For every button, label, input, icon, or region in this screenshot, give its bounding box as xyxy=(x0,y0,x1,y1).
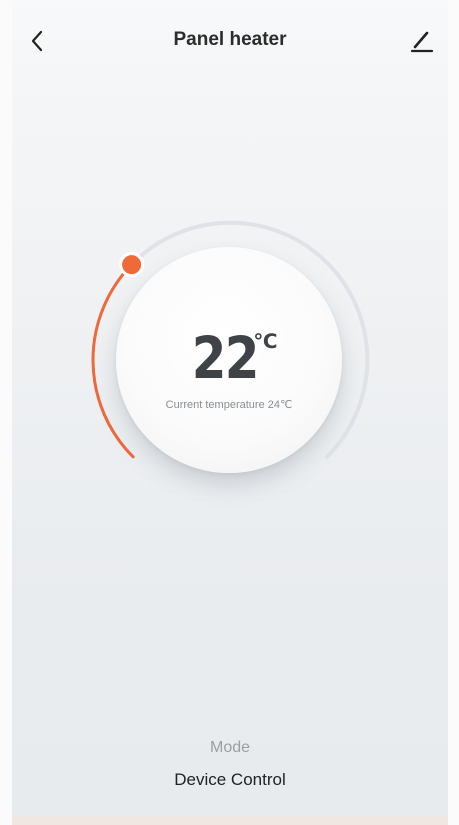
dial-handle[interactable] xyxy=(119,252,145,278)
setpoint-display: 22℃ xyxy=(116,329,342,387)
left-edge xyxy=(0,0,12,825)
app-screen: Panel heater 22℃ Current temperature 24℃ xyxy=(0,0,459,825)
temperature-knob: 22℃ Current temperature 24℃ xyxy=(116,247,342,473)
page-title: Panel heater xyxy=(173,29,287,50)
pencil-icon xyxy=(410,31,434,53)
setpoint-value: 22 xyxy=(191,324,259,392)
bottom-bar xyxy=(12,815,448,825)
device-panel: Panel heater 22℃ Current temperature 24℃ xyxy=(12,0,448,825)
top-bar: Panel heater xyxy=(12,0,448,82)
setpoint-unit: ℃ xyxy=(253,329,278,353)
mode-tab[interactable]: Mode xyxy=(12,739,448,757)
device-control-tab[interactable]: Device Control xyxy=(12,770,448,790)
edit-button[interactable] xyxy=(408,26,436,54)
current-temperature-label: Current temperature 24℃ xyxy=(165,399,293,411)
right-edge xyxy=(448,0,459,825)
temperature-dial[interactable]: 22℃ Current temperature 24℃ xyxy=(80,200,380,500)
